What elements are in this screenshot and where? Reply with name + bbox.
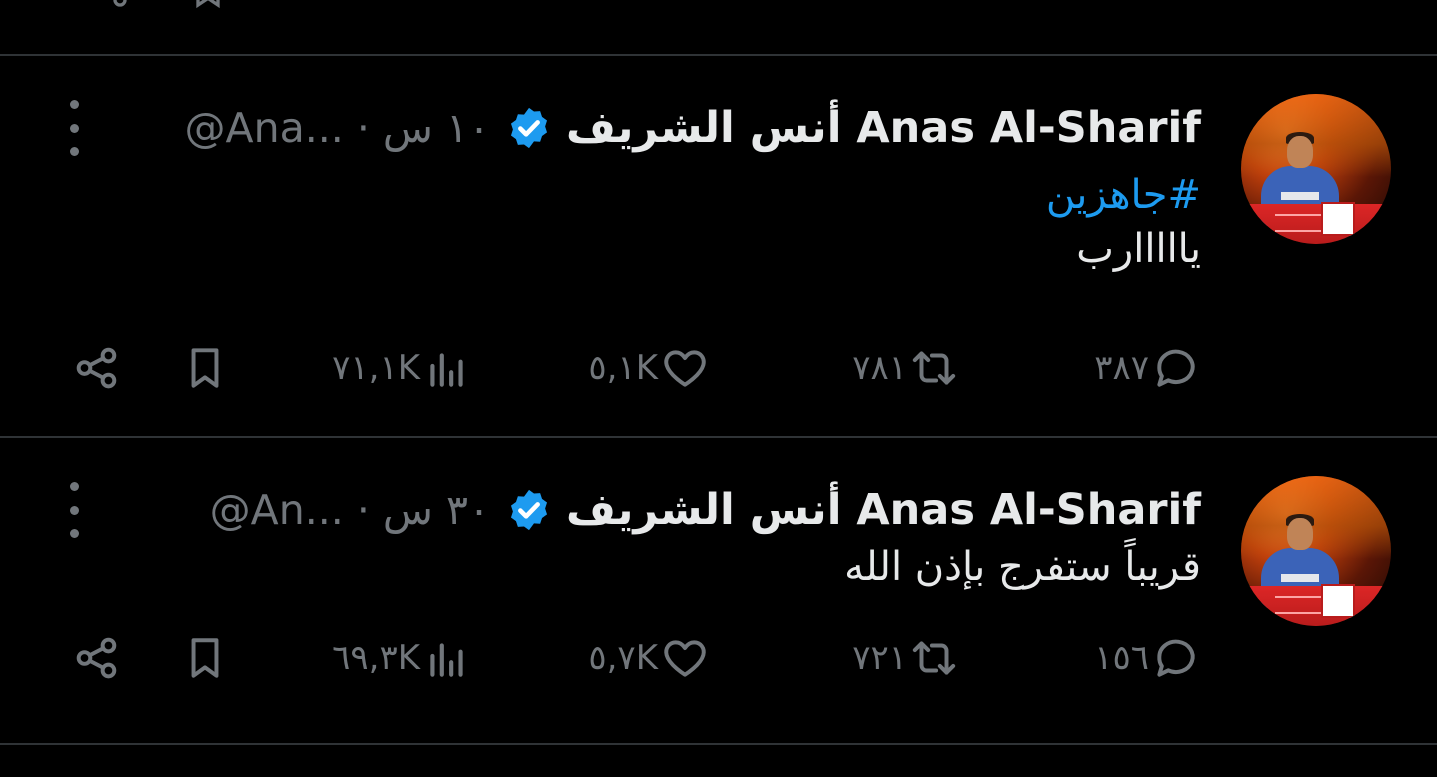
view-count: ٧١,١K — [332, 348, 420, 388]
tweet-text-line: قريباً ستفرج بإذن الله — [844, 544, 1201, 590]
tweet[interactable]: أنس الشريف Anas Al-Sharif @An... · ٣٠ س … — [0, 438, 1437, 745]
more-dot — [69, 100, 79, 109]
hashtag-link[interactable]: #جاهزين — [1046, 168, 1201, 222]
view-count: ٦٩,٣K — [332, 638, 420, 678]
like-count: ٥,٧K — [588, 638, 658, 678]
retweet-button[interactable]: ٧٢١ — [852, 628, 959, 688]
share-button[interactable] — [72, 628, 122, 688]
views-button[interactable]: ٧١,١K — [332, 338, 472, 398]
ticker-lines — [1275, 214, 1325, 232]
avatar-background — [1241, 476, 1391, 559]
more-dot — [69, 147, 79, 156]
retweet-button[interactable]: ٧٨١ — [852, 338, 959, 398]
tweet-text: قريباً ستفرج بإذن الله — [844, 540, 1201, 594]
views-icon — [430, 353, 463, 387]
more-vertical-icon[interactable] — [64, 100, 84, 156]
press-label-graphic — [1281, 574, 1319, 582]
retweet-icon — [912, 641, 956, 675]
channel-logo-box — [1321, 202, 1355, 236]
like-count: ٥,١K — [588, 348, 658, 388]
like-button[interactable]: ٥,٧K — [588, 628, 710, 688]
heart-icon — [664, 350, 706, 387]
views-button[interactable]: ٦٩,٣K — [332, 628, 472, 688]
verified-badge-icon — [511, 107, 548, 149]
previous-tweet-partial[interactable] — [0, 0, 1437, 56]
reply-count: ١٥٦ — [1094, 638, 1149, 678]
tweet[interactable]: أنس الشريف Anas Al-Sharif @Ana... · ١٠ س… — [0, 56, 1437, 438]
avatar[interactable] — [1241, 476, 1391, 626]
tweet-actions: ٣٨٧ ٧٨١ ٥,١K ٧١,١K — [0, 338, 1437, 398]
handle-and-time[interactable]: @An... · ٣٠ س — [210, 486, 490, 534]
tweet-text: #جاهزين يااااارب — [1046, 168, 1201, 276]
reply-icon — [1157, 349, 1195, 387]
avatar-head — [1287, 518, 1313, 550]
bookmark-button[interactable] — [180, 628, 230, 688]
retweet-count: ٧٢١ — [852, 638, 907, 678]
more-dot — [69, 505, 79, 515]
bookmark-icon[interactable] — [188, 0, 228, 10]
retweet-count: ٧٨١ — [852, 348, 907, 388]
avatar[interactable] — [1241, 94, 1391, 244]
tweet-header: أنس الشريف Anas Al-Sharif @An... · ٣٠ س — [188, 480, 1201, 540]
bookmark-icon — [191, 638, 219, 678]
tweet-actions: ١٥٦ ٧٢١ ٥,٧K ٦٩,٣K — [0, 628, 1437, 688]
press-label-graphic — [1281, 192, 1319, 200]
share-icon — [76, 637, 117, 679]
reply-count: ٣٨٧ — [1094, 348, 1149, 388]
like-button[interactable]: ٥,١K — [588, 338, 710, 398]
more-dot — [69, 123, 79, 133]
reply-button[interactable]: ١٥٦ — [1094, 628, 1201, 688]
avatar-head — [1287, 136, 1313, 168]
avatar-background — [1241, 94, 1391, 177]
verified-badge-icon — [511, 489, 548, 531]
views-icon — [430, 643, 463, 677]
more-vertical-icon[interactable] — [64, 482, 84, 538]
reply-icon — [1157, 639, 1195, 677]
tweet-text-line: يااااارب — [1076, 226, 1201, 272]
share-icon — [76, 347, 117, 389]
share-button[interactable] — [72, 338, 122, 398]
heart-icon — [664, 640, 706, 677]
more-dot — [69, 482, 79, 491]
timeline: أنس الشريف Anas Al-Sharif @Ana... · ١٠ س… — [0, 0, 1437, 777]
retweet-icon — [912, 351, 956, 385]
more-dot — [69, 529, 79, 538]
bookmark-icon — [191, 348, 219, 388]
tweet-header: أنس الشريف Anas Al-Sharif @Ana... · ١٠ س — [163, 98, 1201, 158]
share-icon[interactable] — [90, 0, 130, 10]
handle-and-time[interactable]: @Ana... · ١٠ س — [185, 104, 491, 152]
display-name[interactable]: أنس الشريف Anas Al-Sharif — [566, 485, 1201, 535]
reply-button[interactable]: ٣٨٧ — [1094, 338, 1201, 398]
channel-logo-box — [1321, 584, 1355, 618]
ticker-lines — [1275, 596, 1325, 614]
display-name[interactable]: أنس الشريف Anas Al-Sharif — [566, 103, 1201, 153]
bookmark-button[interactable] — [180, 338, 230, 398]
